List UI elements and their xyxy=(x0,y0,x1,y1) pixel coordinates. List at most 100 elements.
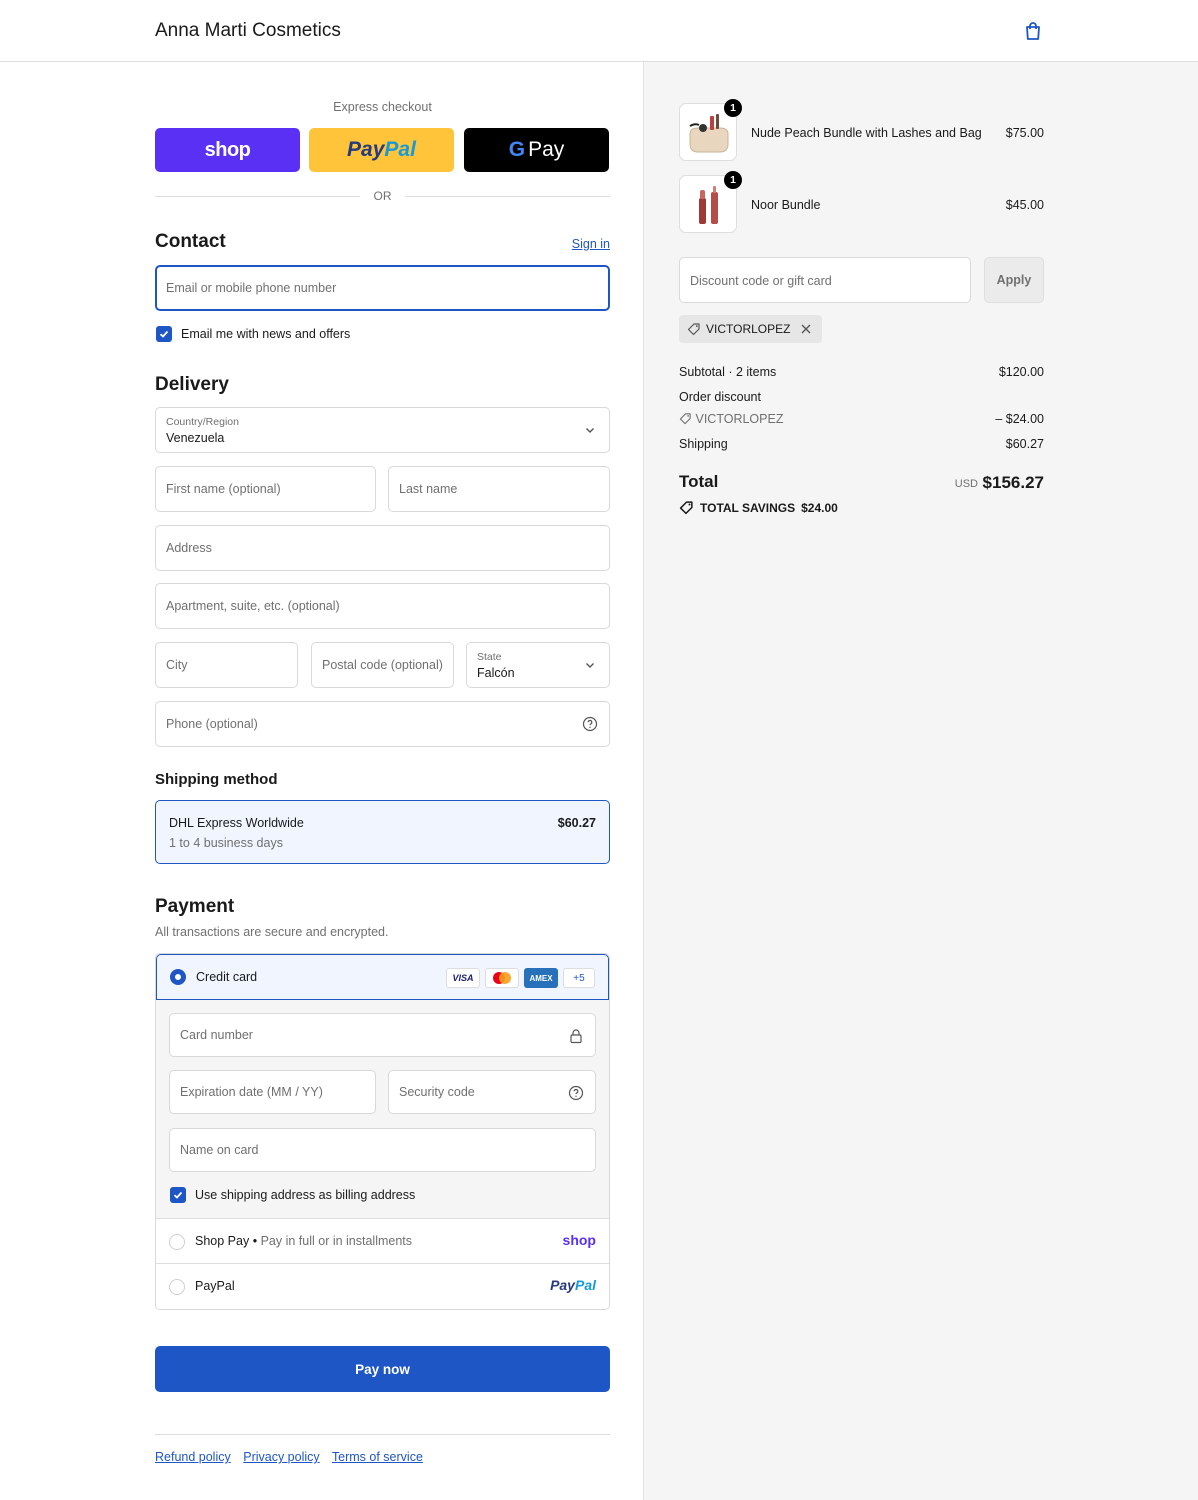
state-label: State xyxy=(477,651,502,663)
paypal-radio[interactable] xyxy=(169,1279,185,1295)
shipping-days: 1 to 4 business days xyxy=(169,836,283,850)
address-field[interactable]: Address xyxy=(155,525,610,571)
savings-label: TOTAL SAVINGS xyxy=(700,500,796,515)
address-placeholder: Address xyxy=(166,541,212,555)
discount-placeholder: Discount code or gift card xyxy=(690,274,832,288)
expiration-date-field[interactable]: Expiration date (MM / YY) xyxy=(169,1070,376,1114)
first-name-placeholder: First name (optional) xyxy=(166,482,281,496)
savings-value: $24.00 xyxy=(801,500,838,515)
paypal-logo-part2: Pal xyxy=(574,1277,596,1293)
sign-in-link[interactable]: Sign in xyxy=(572,237,610,251)
shipping-option-dhl[interactable]: DHL Express Worldwide 1 to 4 business da… xyxy=(155,800,610,864)
subtotal-label: Subtotal · 2 items xyxy=(679,365,777,379)
shipping-price: $60.27 xyxy=(557,816,596,830)
postal-code-field[interactable]: Postal code (optional) xyxy=(311,642,454,688)
chevron-down-icon xyxy=(586,663,594,668)
discount-code-field[interactable]: Discount code or gift card xyxy=(679,257,971,303)
shop-pay-subtitle: Pay in full or in installments xyxy=(260,1234,413,1248)
more-cards-badge: +5 xyxy=(563,968,595,988)
quantity-badge: 1 xyxy=(724,99,742,117)
name-on-card-placeholder: Name on card xyxy=(180,1143,259,1157)
item-name: Noor Bundle xyxy=(751,198,821,212)
paypal-logo: PayPal xyxy=(550,1277,596,1293)
google-pay-express-button[interactable]: G Pay xyxy=(464,128,609,172)
apply-discount-button[interactable]: Apply xyxy=(984,257,1044,303)
state-select[interactable]: State Falcón xyxy=(466,642,610,688)
mastercard-icon xyxy=(485,968,519,988)
paypal-express-button[interactable]: Pay Pal xyxy=(309,128,454,172)
billing-same-checkbox[interactable] xyxy=(170,1187,186,1203)
discount-amount: – $24.00 xyxy=(995,412,1044,426)
phone-placeholder: Phone (optional) xyxy=(166,717,258,731)
payment-methods: Credit card VISA AMEX +5 Card number Exp… xyxy=(155,953,610,1310)
check-icon xyxy=(173,1191,183,1199)
terms-of-service-link[interactable]: Terms of service xyxy=(332,1450,423,1464)
amex-icon: AMEX xyxy=(524,968,558,988)
help-circle-icon[interactable] xyxy=(582,716,598,732)
shop-pay-radio[interactable] xyxy=(169,1234,185,1250)
contact-title: Contact xyxy=(155,231,226,252)
shop-pay-express-button[interactable]: shop xyxy=(155,128,300,172)
phone-field[interactable]: Phone (optional) xyxy=(155,701,610,747)
apartment-placeholder: Apartment, suite, etc. (optional) xyxy=(166,599,340,613)
shopping-bag-icon[interactable] xyxy=(1022,20,1044,42)
credit-card-option[interactable]: Credit card VISA AMEX +5 xyxy=(156,954,609,1000)
name-on-card-field[interactable]: Name on card xyxy=(169,1128,596,1172)
email-field[interactable]: Email or mobile phone number xyxy=(155,265,610,311)
privacy-policy-link[interactable]: Privacy policy xyxy=(243,1450,319,1464)
state-value: Falcón xyxy=(477,666,515,680)
country-label: Country/Region xyxy=(166,416,239,428)
refund-policy-link[interactable]: Refund policy xyxy=(155,1450,231,1464)
shop-pay-option-label: Shop Pay • Pay in full or in installment… xyxy=(195,1234,412,1248)
shipping-method-title: Shipping method xyxy=(155,771,278,788)
card-number-field[interactable]: Card number xyxy=(169,1013,596,1057)
discount-code-label: VICTORLOPEZ xyxy=(695,412,784,426)
footer-links: Refund policy Privacy policy Terms of se… xyxy=(155,1450,432,1464)
country-value: Venezuela xyxy=(166,431,225,445)
total-value: $156.27 xyxy=(982,473,1044,492)
paypal-logo-part2: Pal xyxy=(384,138,416,161)
last-name-placeholder: Last name xyxy=(399,482,458,496)
help-circle-icon[interactable] xyxy=(568,1085,584,1101)
apartment-field[interactable]: Apartment, suite, etc. (optional) xyxy=(155,583,610,629)
remove-discount-icon[interactable] xyxy=(799,322,813,336)
shipping-name: DHL Express Worldwide xyxy=(169,816,304,830)
express-checkout-title: Express checkout xyxy=(333,100,432,114)
chevron-down-icon xyxy=(586,428,594,433)
tag-icon xyxy=(679,413,691,425)
quantity-badge: 1 xyxy=(724,171,742,189)
email-placeholder: Email or mobile phone number xyxy=(166,281,337,295)
order-discount-label: Order discount xyxy=(679,390,761,404)
country-select[interactable]: Country/Region Venezuela xyxy=(155,407,610,453)
shipping-row: Shipping $60.27 xyxy=(679,437,1044,451)
city-field[interactable]: City xyxy=(155,642,298,688)
separator-dot: • xyxy=(252,1234,258,1248)
newsletter-checkbox[interactable] xyxy=(156,326,172,342)
discount-code-row: VICTORLOPEZ – $24.00 xyxy=(679,412,1044,426)
paypal-label: PayPal xyxy=(195,1279,235,1293)
pay-now-button[interactable]: Pay now xyxy=(155,1346,610,1392)
credit-card-radio[interactable] xyxy=(170,969,186,985)
billing-same-label: Use shipping address as billing address xyxy=(195,1188,416,1202)
total-label: Total xyxy=(679,472,719,491)
shop-pay-label: Shop Pay xyxy=(195,1234,250,1248)
first-name-field[interactable]: First name (optional) xyxy=(155,466,376,512)
store-name[interactable]: Anna Marti Cosmetics xyxy=(155,20,341,42)
paypal-logo-part1: Pay xyxy=(550,1277,575,1293)
paypal-option[interactable]: PayPal PayPal xyxy=(156,1264,609,1309)
shop-pay-logo: shop xyxy=(204,138,251,161)
item-price: $75.00 xyxy=(1005,126,1044,140)
lock-icon xyxy=(570,1029,582,1044)
tag-icon xyxy=(687,323,700,336)
security-code-field[interactable]: Security code xyxy=(388,1070,596,1114)
total-savings: TOTAL SAVINGS $24.00 xyxy=(679,500,838,515)
shop-pay-option[interactable]: Shop Pay • Pay in full or in installment… xyxy=(156,1219,609,1264)
top-bar: Anna Marti Cosmetics xyxy=(0,0,1198,62)
check-icon xyxy=(159,330,169,338)
last-name-field[interactable]: Last name xyxy=(388,466,610,512)
footer-divider xyxy=(155,1434,610,1435)
credit-card-form: Card number Expiration date (MM / YY) Se… xyxy=(156,1000,609,1219)
google-g-icon: G xyxy=(508,138,526,161)
security-code-placeholder: Security code xyxy=(399,1085,475,1099)
payment-title: Payment xyxy=(155,896,235,917)
